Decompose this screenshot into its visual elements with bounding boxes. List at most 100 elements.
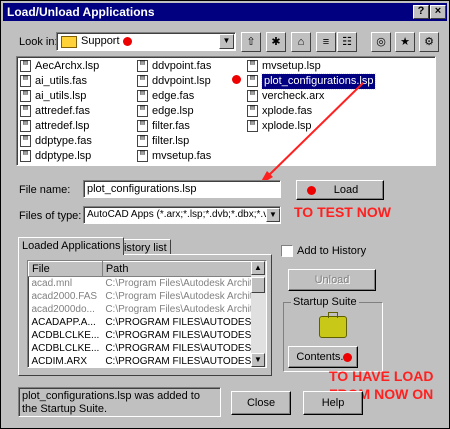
- cell-path: C:\Program Files\Autodesk Architec...: [105, 291, 267, 302]
- filename-value: plot_configurations.lsp: [87, 183, 197, 195]
- cell-path: C:\PROGRAM FILES\AUTODESK ...: [105, 317, 267, 328]
- cell-path: C:\Program Files\Autodesk Architec...: [105, 278, 267, 289]
- cell-path: C:\Program Files\Autodesk Architec...: [105, 304, 267, 315]
- tab-loaded-applications[interactable]: Loaded Applications: [18, 237, 125, 255]
- file-name: ddvpoint.fas: [152, 60, 212, 72]
- contents-button-label: Contents...: [296, 351, 350, 363]
- file-name: edge.fas: [152, 90, 195, 102]
- load-unload-dialog: Load/Unload Applications ? × Look in: Su…: [0, 0, 450, 429]
- vertical-scrollbar[interactable]: ▲ ▼: [251, 261, 266, 367]
- filename-input[interactable]: plot_configurations.lsp: [83, 180, 281, 198]
- cell-file: ACDBLCLKE...: [31, 330, 100, 341]
- file-name: ddvpoint.lsp: [152, 75, 211, 87]
- file-icon: ▤: [137, 105, 148, 117]
- up-folder-icon[interactable]: ⇧: [241, 32, 261, 52]
- table-row[interactable]: ACDBLCLKE... C:\PROGRAM FILES\AUTODESK ..…: [29, 329, 267, 342]
- help-button[interactable]: Help: [303, 391, 363, 415]
- file-icon: ▤: [137, 90, 148, 102]
- tools-icon[interactable]: ⚙: [419, 32, 439, 52]
- annotation-arrow: [259, 82, 364, 185]
- folder-icon: [61, 36, 77, 48]
- file-icon: ▤: [247, 60, 258, 72]
- startup-suite-label: Startup Suite: [291, 296, 359, 308]
- file-icon: ▤: [20, 90, 31, 102]
- briefcase-handle: [328, 312, 338, 318]
- window-title: Load/Unload Applications: [7, 5, 155, 19]
- red-dot-marker: [123, 37, 132, 46]
- close-button[interactable]: Close: [231, 391, 291, 415]
- loaded-apps-table: File Path acad.mnl C:\Program Files\Autod…: [28, 261, 267, 367]
- help-question-icon[interactable]: ?: [413, 5, 429, 19]
- red-dot-marker: [343, 353, 352, 362]
- desktop-folder-icon[interactable]: ⌂: [291, 32, 311, 52]
- column-header-path[interactable]: Path: [101, 261, 266, 277]
- load-button[interactable]: Load: [296, 180, 384, 200]
- new-folder-icon[interactable]: ✱: [266, 32, 286, 52]
- close-icon[interactable]: ×: [430, 5, 446, 19]
- chevron-down-icon[interactable]: ▼: [219, 34, 234, 49]
- cell-path: C:\PROGRAM FILES\AUTODESK ...: [105, 330, 267, 341]
- add-to-history-checkbox[interactable]: [281, 245, 293, 257]
- file-name: mvsetup.lsp: [262, 60, 321, 72]
- scroll-thumb[interactable]: [251, 277, 265, 293]
- table-row[interactable]: ACADAPP.A... C:\PROGRAM FILES\AUTODESK ..…: [29, 316, 267, 329]
- cell-file: ACDIM.ARX: [31, 356, 88, 367]
- file-name: mvsetup.fas: [152, 150, 212, 162]
- column-header-file[interactable]: File: [28, 261, 103, 277]
- cell-file: ACDBLCLKE...: [31, 343, 100, 354]
- folder-star-icon[interactable]: ★: [395, 32, 415, 52]
- file-icon: ▤: [137, 135, 148, 147]
- file-icon: ▤: [20, 120, 31, 132]
- file-icon: ▤: [137, 120, 148, 132]
- table-row[interactable]: acad2000.FAS C:\Program Files\Autodesk Ar…: [29, 290, 267, 303]
- file-name: ai_utils.fas: [35, 75, 87, 87]
- search-web-icon[interactable]: ◎: [371, 32, 391, 52]
- cell-path: C:\PROGRAM FILES\AUTODESK ...: [105, 343, 267, 354]
- table-row[interactable]: ACDIM.ARX C:\PROGRAM FILES\AUTODESK ...: [29, 355, 267, 367]
- file-list[interactable]: ▤ AecArchx.lsp ▤ ai_utils.fas ▤ ai_utils.lsp ▤…: [16, 56, 436, 166]
- table-row[interactable]: acad.mnl C:\Program Files\Autodesk Archit…: [29, 277, 267, 291]
- lookin-label: Look in:: [19, 36, 58, 48]
- cell-file: acad2000do...: [31, 304, 95, 315]
- briefcase-icon[interactable]: [319, 312, 347, 338]
- file-name: ai_utils.lsp: [35, 90, 87, 102]
- unload-button[interactable]: Unload: [288, 269, 376, 291]
- file-icon: ▤: [20, 60, 31, 72]
- red-dot-marker: [307, 186, 316, 195]
- filetype-label: Files of type:: [19, 210, 82, 222]
- file-icon: ▤: [20, 135, 31, 147]
- filename-label: File name:: [19, 184, 71, 196]
- status-message: plot_configurations.lsp was added to the…: [18, 387, 221, 417]
- file-name: ddptype.lsp: [35, 150, 92, 162]
- lookin-value: Support: [81, 35, 120, 47]
- title-bar: Load/Unload Applications ? ×: [3, 3, 447, 21]
- file-icon: ▤: [137, 150, 148, 162]
- table-row[interactable]: ACDBLCLKE... C:\PROGRAM FILES\AUTODESK ..…: [29, 342, 267, 355]
- file-icon: ▤: [20, 105, 31, 117]
- scroll-up-icon[interactable]: ▲: [251, 261, 265, 275]
- filetype-dropdown[interactable]: AutoCAD Apps (*.arx;*.lsp;*.dvb;*.dbx;*.…: [83, 206, 281, 224]
- lookin-dropdown[interactable]: Support ▼: [56, 32, 236, 51]
- file-name: filter.lsp: [152, 135, 190, 147]
- cell-file: acad2000.FAS: [31, 291, 98, 302]
- chevron-down-icon[interactable]: ▼: [266, 208, 280, 222]
- file-icon: ▤: [137, 75, 148, 87]
- details-view-icon[interactable]: ☷: [337, 32, 357, 52]
- table-row[interactable]: acad2000do... C:\Program Files\Autodesk A…: [29, 303, 267, 316]
- file-name: edge.lsp: [152, 105, 194, 117]
- status-text: plot_configurations.lsp was added to the…: [22, 390, 200, 415]
- filetype-value: AutoCAD Apps (*.arx;*.lsp;*.dvb;*.dbx;*.…: [87, 209, 281, 220]
- cell-file: ACADAPP.A...: [31, 317, 96, 328]
- file-icon: ▤: [20, 75, 31, 87]
- loaded-apps-list[interactable]: File Path acad.mnl C:\Program Files\Autod…: [27, 260, 267, 368]
- file-name: attredef.fas: [35, 105, 91, 117]
- list-view-icon[interactable]: ≡: [316, 32, 336, 52]
- cell-file: acad.mnl: [31, 278, 73, 289]
- file-icon: ▤: [20, 150, 31, 162]
- scroll-down-icon[interactable]: ▼: [251, 353, 265, 367]
- red-dot-marker: [232, 75, 241, 84]
- file-name: attredef.lsp: [35, 120, 90, 132]
- file-name: filter.fas: [152, 120, 190, 132]
- file-icon: ▤: [137, 60, 148, 72]
- annotation-test-now: TO TEST NOW: [294, 204, 391, 220]
